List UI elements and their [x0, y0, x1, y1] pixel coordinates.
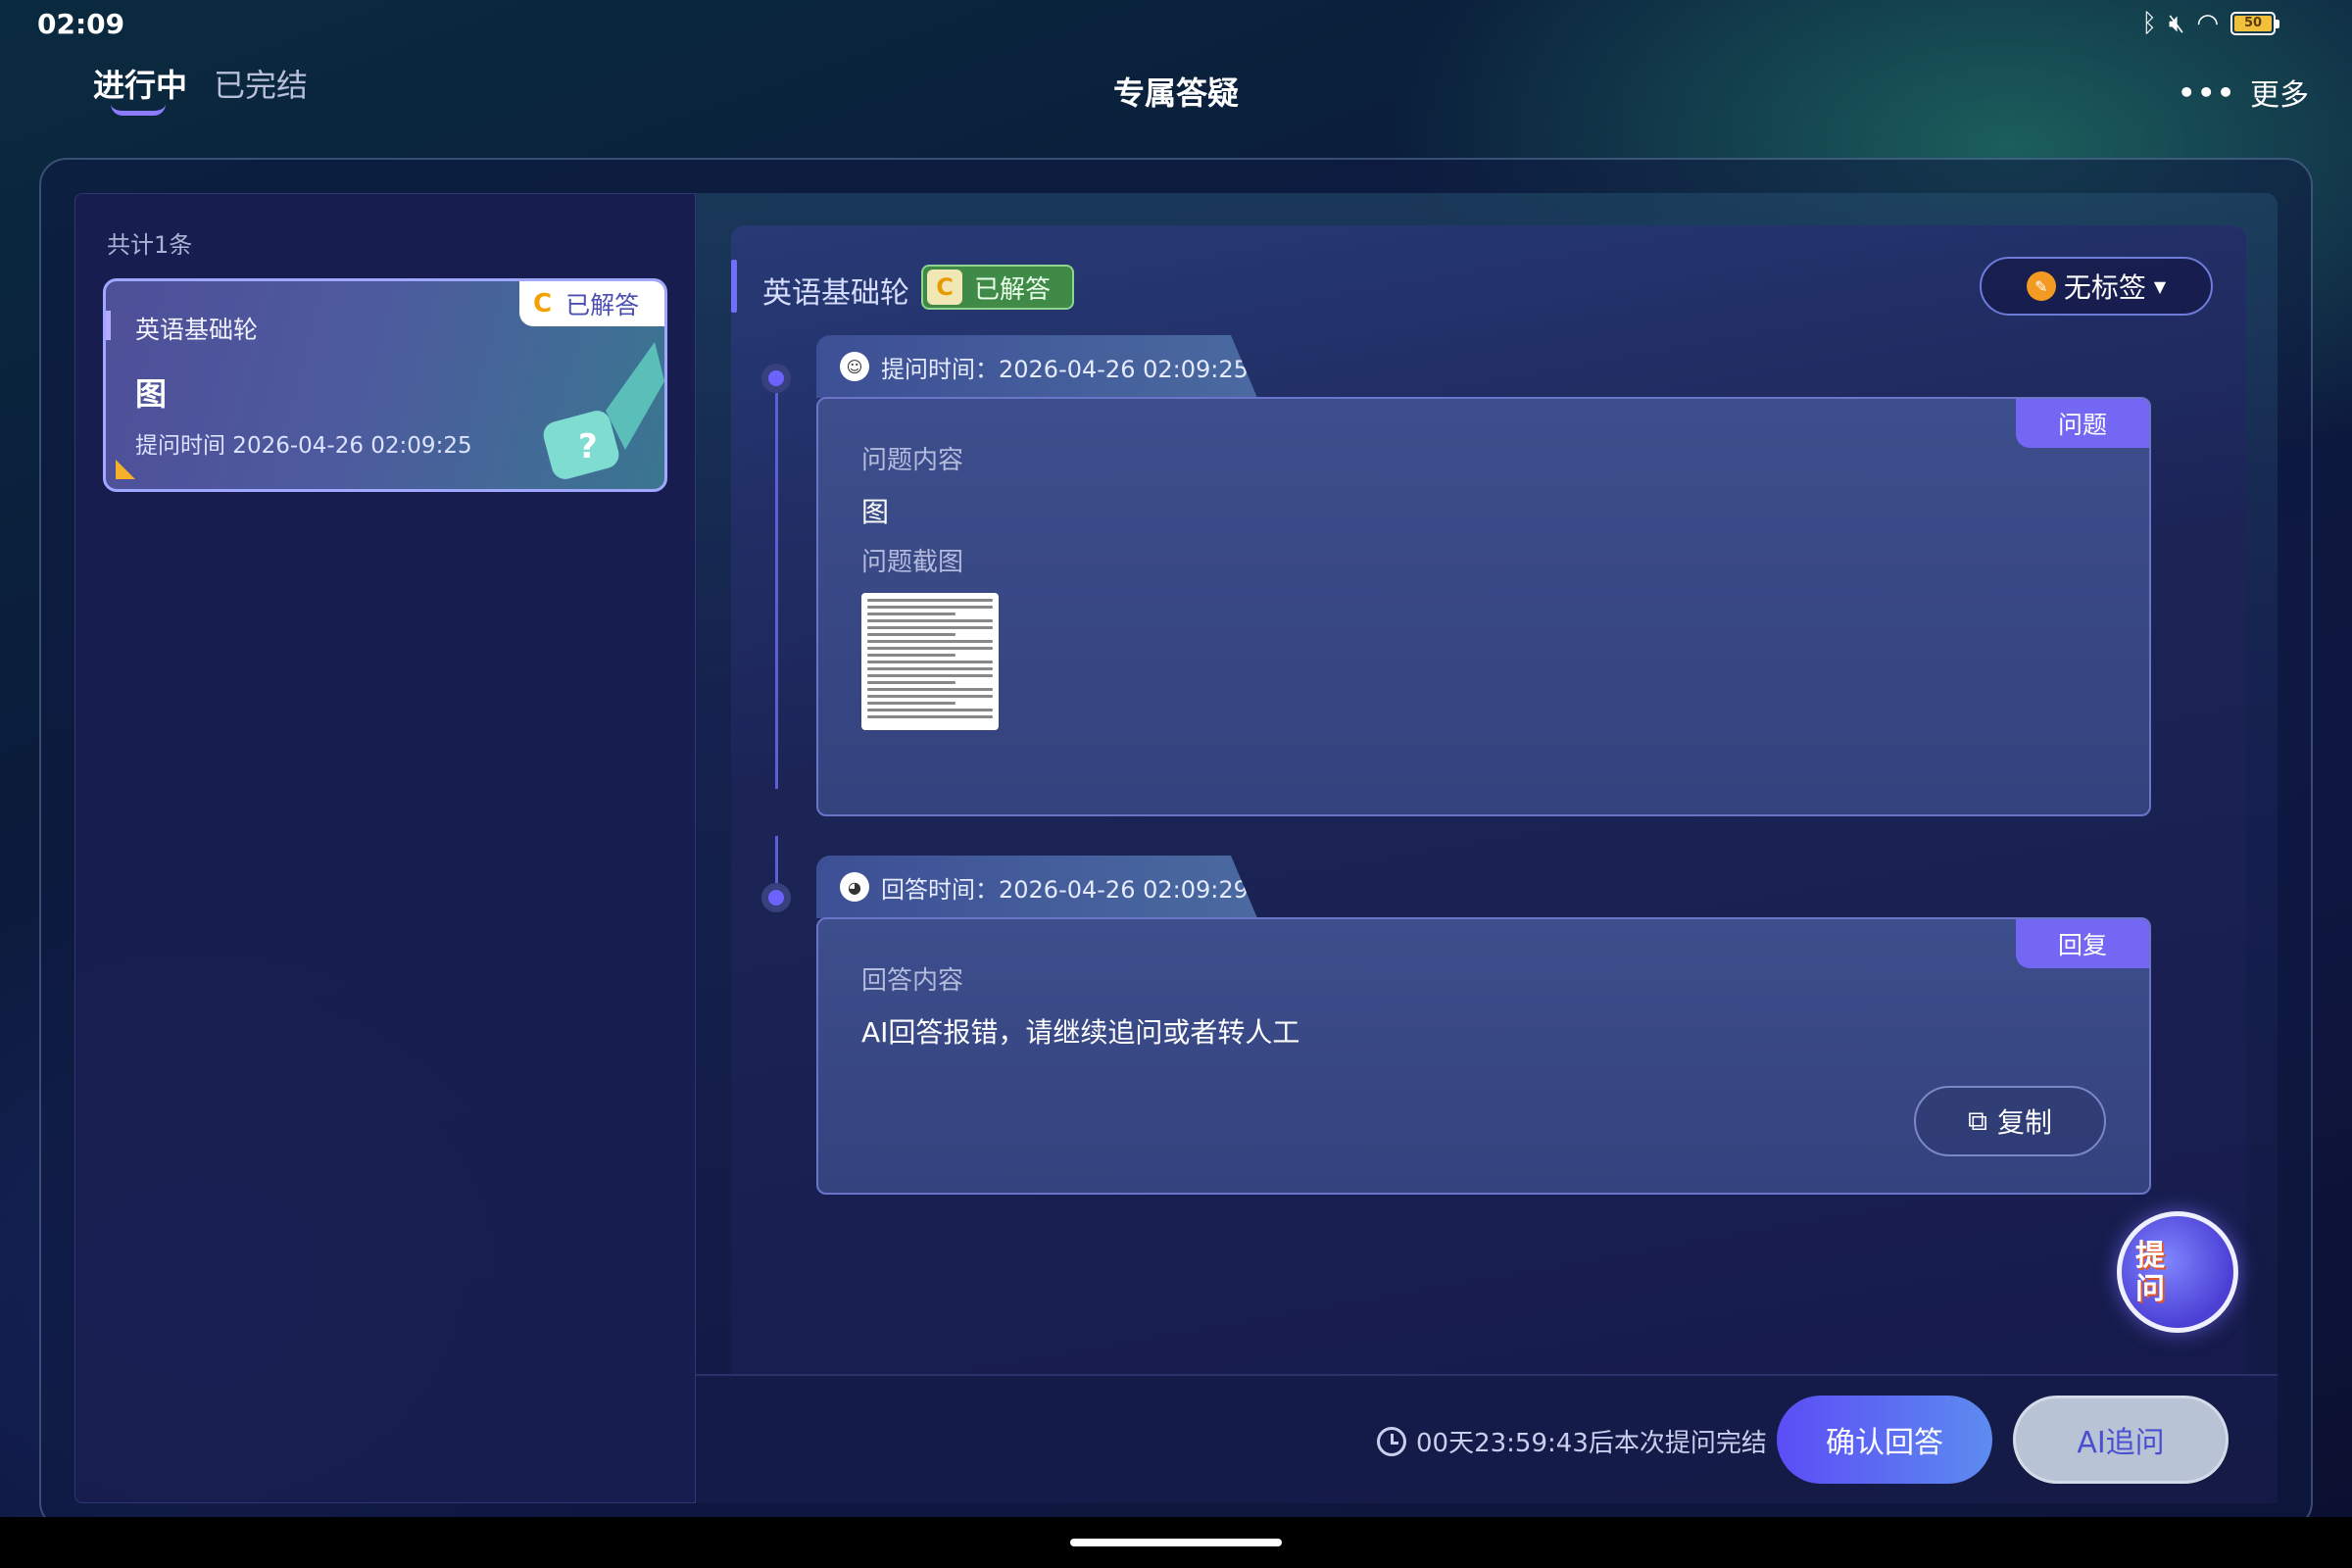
- mute-icon: 🔇︎: [2168, 9, 2185, 38]
- detail-accent-bar: [731, 260, 737, 313]
- status-time: 02:09: [37, 8, 125, 40]
- bluetooth-icon: ᛒ: [2141, 9, 2157, 38]
- home-indicator[interactable]: [1070, 1539, 1282, 1546]
- status-icons: ᛒ 🔇︎ ◠ 50: [2141, 9, 2279, 38]
- wifi-icon: ◠: [2196, 9, 2219, 38]
- question-mark-icon: ?: [543, 342, 664, 479]
- question-screenshot-label: 问题截图: [861, 548, 964, 577]
- copy-button[interactable]: ⧉ 复制: [1914, 1086, 2106, 1156]
- timeline-dot-question: [761, 364, 791, 393]
- answer-content: AI回答报错，请继续追问或者转人工: [861, 1016, 1300, 1049]
- ai-followup-button[interactable]: AI追问: [2013, 1396, 2229, 1484]
- card-corner-mark: [116, 460, 135, 479]
- card-accent-bar: [106, 311, 111, 340]
- ask-float-label: 提问: [2135, 1239, 2165, 1306]
- answer-corner-tag: 回复: [2016, 919, 2149, 968]
- more-button[interactable]: ••• 更多: [2178, 71, 2309, 114]
- card-time: 提问时间 2026-04-26 02:09:25: [135, 433, 472, 459]
- countdown-text: 00天23:59:43后本次提问完结: [1416, 1429, 1767, 1458]
- timeline-dot-answer: [761, 883, 791, 912]
- detail-status-badge: C 已解答: [921, 265, 1074, 310]
- tag-dropdown[interactable]: ✎ 无标签 ▼: [1980, 257, 2213, 316]
- copy-icon: ⧉: [1967, 1104, 1987, 1137]
- question-screenshot-thumbnail[interactable]: [861, 593, 999, 730]
- card-badge-label: 已解答: [565, 291, 640, 319]
- status-bar: 02:09 ᛒ 🔇︎ ◠ 50: [0, 0, 2352, 49]
- answer-box: 回复 回答内容 AI回答报错，请继续追问或者转人工 ⧉ 复制: [816, 917, 2151, 1195]
- countdown: 00天23:59:43后本次提问完结: [1377, 1423, 1767, 1459]
- detail-subject: 英语基础轮: [762, 276, 909, 311]
- copy-label: 复制: [1996, 1106, 2052, 1139]
- card-subject: 英语基础轮: [135, 316, 259, 344]
- more-label: 更多: [2250, 78, 2309, 113]
- timeline-line: [775, 393, 778, 789]
- bot-avatar: ◕: [840, 872, 869, 902]
- tag-icon: ✎: [2026, 271, 2056, 301]
- question-content: 图: [861, 496, 890, 528]
- question-card[interactable]: 英语基础轮 图 提问时间 2026-04-26 02:09:25 C 已解答 ?: [103, 278, 667, 492]
- detail-status-label: 已解答: [974, 274, 1052, 305]
- user-avatar: ☺: [840, 352, 869, 381]
- question-box: 问题 问题内容 图 问题截图: [816, 397, 2151, 816]
- list-count: 共计1条: [107, 231, 193, 259]
- question-content-label: 问题内容: [861, 446, 964, 475]
- card-title: 图: [135, 375, 168, 413]
- chevron-down-icon: ▼: [2153, 276, 2167, 296]
- more-dots-icon: •••: [2178, 75, 2236, 109]
- answer-time: 回答时间：2026-04-26 02:09:29: [881, 875, 1249, 904]
- ask-question-float-button[interactable]: 提问: [2117, 1211, 2238, 1333]
- page-title: 专属答疑: [1112, 74, 1239, 112]
- battery-icon: 50: [2230, 12, 2279, 35]
- clock-icon: [1377, 1426, 1406, 1456]
- tag-label: 无标签: [2063, 271, 2146, 304]
- card-badge-letter: C: [533, 289, 553, 318]
- answer-time-tab: ◕ 回答时间：2026-04-26 02:09:29: [816, 856, 1257, 918]
- card-status-badge: C 已解答: [519, 281, 664, 326]
- question-time: 提问时间：2026-04-26 02:09:25: [881, 355, 1249, 383]
- answer-content-label: 回答内容: [861, 966, 964, 996]
- question-corner-tag: 问题: [2016, 399, 2149, 448]
- timeline-line-answer: [775, 836, 778, 883]
- svg-text:?: ?: [578, 427, 598, 466]
- confirm-answer-button[interactable]: 确认回答: [1777, 1396, 1992, 1484]
- question-list-panel: 共计1条 英语基础轮 图 提问时间 2026-04-26 02:09:25 C …: [74, 193, 696, 1503]
- detail-status-letter: C: [927, 270, 962, 305]
- question-time-tab: ☺ 提问时间：2026-04-26 02:09:25: [816, 335, 1257, 398]
